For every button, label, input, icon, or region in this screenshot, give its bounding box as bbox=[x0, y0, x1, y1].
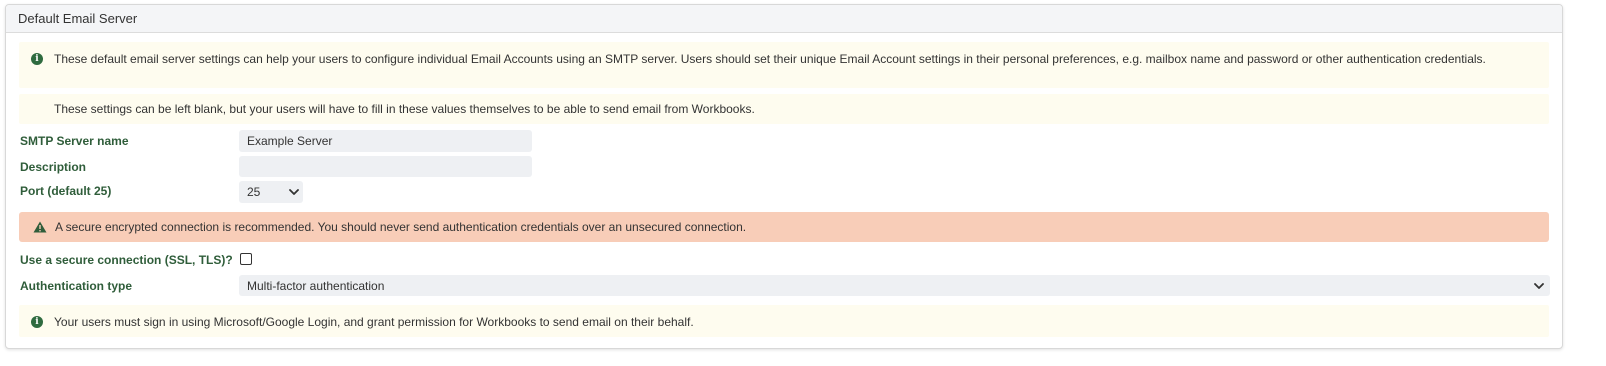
port-label: Port (default 25) bbox=[20, 184, 112, 198]
description-label: Description bbox=[20, 160, 87, 174]
secure-connection-label: Use a secure connection (SSL, TLS)? bbox=[20, 253, 233, 267]
auth-note-text: Your users must sign in using Microsoft/… bbox=[54, 315, 694, 329]
warning-text: A secure encrypted connection is recomme… bbox=[55, 220, 747, 234]
port-select[interactable]: 25 bbox=[239, 181, 303, 203]
smtp-server-label: SMTP Server name bbox=[20, 134, 129, 148]
info-icon: i bbox=[31, 316, 43, 328]
intro-note: i These default email server settings ca… bbox=[19, 42, 1549, 88]
warning-icon bbox=[33, 221, 47, 233]
intro-note-secondary-text: These settings can be left blank, but yo… bbox=[54, 102, 755, 116]
secure-connection-warning: A secure encrypted connection is recomme… bbox=[19, 212, 1549, 242]
smtp-server-input[interactable]: Example Server bbox=[239, 130, 532, 152]
smtp-server-value: Example Server bbox=[247, 134, 333, 148]
intro-note-secondary: These settings can be left blank, but yo… bbox=[19, 94, 1549, 124]
chevron-down-icon bbox=[289, 189, 299, 195]
panel-title: Default Email Server bbox=[6, 5, 1562, 33]
port-value: 25 bbox=[247, 185, 261, 199]
secure-connection-checkbox[interactable] bbox=[240, 253, 252, 265]
chevron-down-icon bbox=[1534, 283, 1544, 289]
intro-note-text: These default email server settings can … bbox=[54, 52, 1486, 66]
auth-type-select[interactable]: Multi-factor authentication bbox=[239, 275, 1550, 296]
auth-note: i Your users must sign in using Microsof… bbox=[19, 305, 1549, 337]
description-input[interactable] bbox=[239, 156, 532, 177]
auth-type-label: Authentication type bbox=[20, 279, 133, 293]
auth-type-value: Multi-factor authentication bbox=[247, 278, 385, 293]
info-icon: i bbox=[31, 53, 43, 65]
